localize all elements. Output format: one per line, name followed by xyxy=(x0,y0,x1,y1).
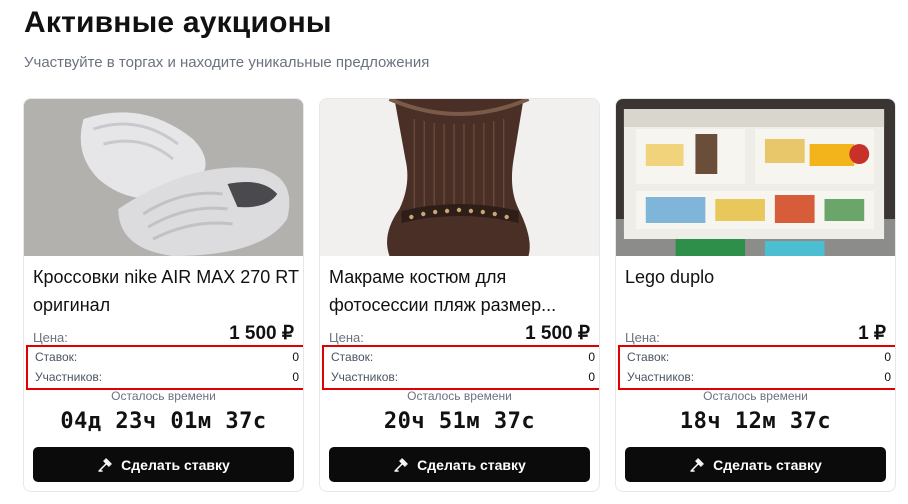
auction-card[interactable]: Макраме костюм для фотосессии пляж разме… xyxy=(319,98,600,492)
stats-box: Ставок: 0 Участников: 0 xyxy=(26,345,303,390)
product-image[interactable] xyxy=(616,99,895,256)
countdown-timer: 18ч 12м 37с xyxy=(679,409,832,434)
price-label: Цена: xyxy=(625,330,660,345)
auction-list: Кроссовки nike AIR MAX 270 RT оригинал Ц… xyxy=(23,98,896,492)
time-left-label: Осталось времени xyxy=(703,389,808,403)
participants-count: 0 xyxy=(292,370,299,384)
page-subtitle: Участвуйте в торгах и находите уникальны… xyxy=(24,54,430,71)
countdown-timer: 04д 23ч 01м 37с xyxy=(60,409,267,434)
price-label: Цена: xyxy=(33,330,68,345)
price-label: Цена: xyxy=(329,330,364,345)
price-value: 1 500 ₽ xyxy=(525,323,590,344)
participants-label: Участников: xyxy=(35,370,103,384)
place-bid-button[interactable]: Сделать ставку xyxy=(625,447,886,482)
place-bid-button[interactable]: Сделать ставку xyxy=(33,447,294,482)
participants-count: 0 xyxy=(588,370,595,384)
participants-label: Участников: xyxy=(627,370,695,384)
participants-row: Участников: 0 xyxy=(627,367,891,387)
time-left-label: Осталось времени xyxy=(111,389,216,403)
countdown-timer: 20ч 51м 37с xyxy=(383,409,536,434)
auction-card[interactable]: Кроссовки nike AIR MAX 270 RT оригинал Ц… xyxy=(23,98,304,492)
time-left-label: Осталось времени xyxy=(407,389,512,403)
price-row: Цена: 1 ₽ xyxy=(625,323,886,345)
place-bid-label: Сделать ставку xyxy=(121,456,230,473)
place-bid-label: Сделать ставку xyxy=(713,456,822,473)
price-value: 1 ₽ xyxy=(858,323,886,344)
bids-label: Ставок: xyxy=(627,350,670,364)
participants-count: 0 xyxy=(884,370,891,384)
bids-label: Ставок: xyxy=(331,350,374,364)
bids-count: 0 xyxy=(588,350,595,364)
gavel-icon xyxy=(393,457,409,473)
place-bid-button[interactable]: Сделать ставку xyxy=(329,447,590,482)
bids-label: Ставок: xyxy=(35,350,78,364)
auction-card[interactable]: Lego duplo Цена: 1 ₽ Ставок: 0 Участнико… xyxy=(615,98,896,492)
price-value: 1 500 ₽ xyxy=(229,323,294,344)
bids-row: Ставок: 0 xyxy=(627,347,891,367)
bids-row: Ставок: 0 xyxy=(331,347,595,367)
page-title: Активные аукционы xyxy=(24,6,332,39)
product-image[interactable] xyxy=(320,99,599,256)
gavel-icon xyxy=(689,457,705,473)
product-title[interactable]: Макраме костюм для фотосессии пляж разме… xyxy=(329,263,595,319)
gavel-icon xyxy=(97,457,113,473)
place-bid-label: Сделать ставку xyxy=(417,456,526,473)
bids-count: 0 xyxy=(292,350,299,364)
stats-box: Ставок: 0 Участников: 0 xyxy=(322,345,599,390)
participants-row: Участников: 0 xyxy=(35,367,299,387)
bids-row: Ставок: 0 xyxy=(35,347,299,367)
product-title[interactable]: Кроссовки nike AIR MAX 270 RT оригинал xyxy=(33,263,299,319)
product-image[interactable] xyxy=(24,99,303,256)
bids-count: 0 xyxy=(884,350,891,364)
participants-row: Участников: 0 xyxy=(331,367,595,387)
stats-box: Ставок: 0 Участников: 0 xyxy=(618,345,895,390)
product-title[interactable]: Lego duplo xyxy=(625,263,891,291)
price-row: Цена: 1 500 ₽ xyxy=(329,323,590,345)
participants-label: Участников: xyxy=(331,370,399,384)
price-row: Цена: 1 500 ₽ xyxy=(33,323,294,345)
